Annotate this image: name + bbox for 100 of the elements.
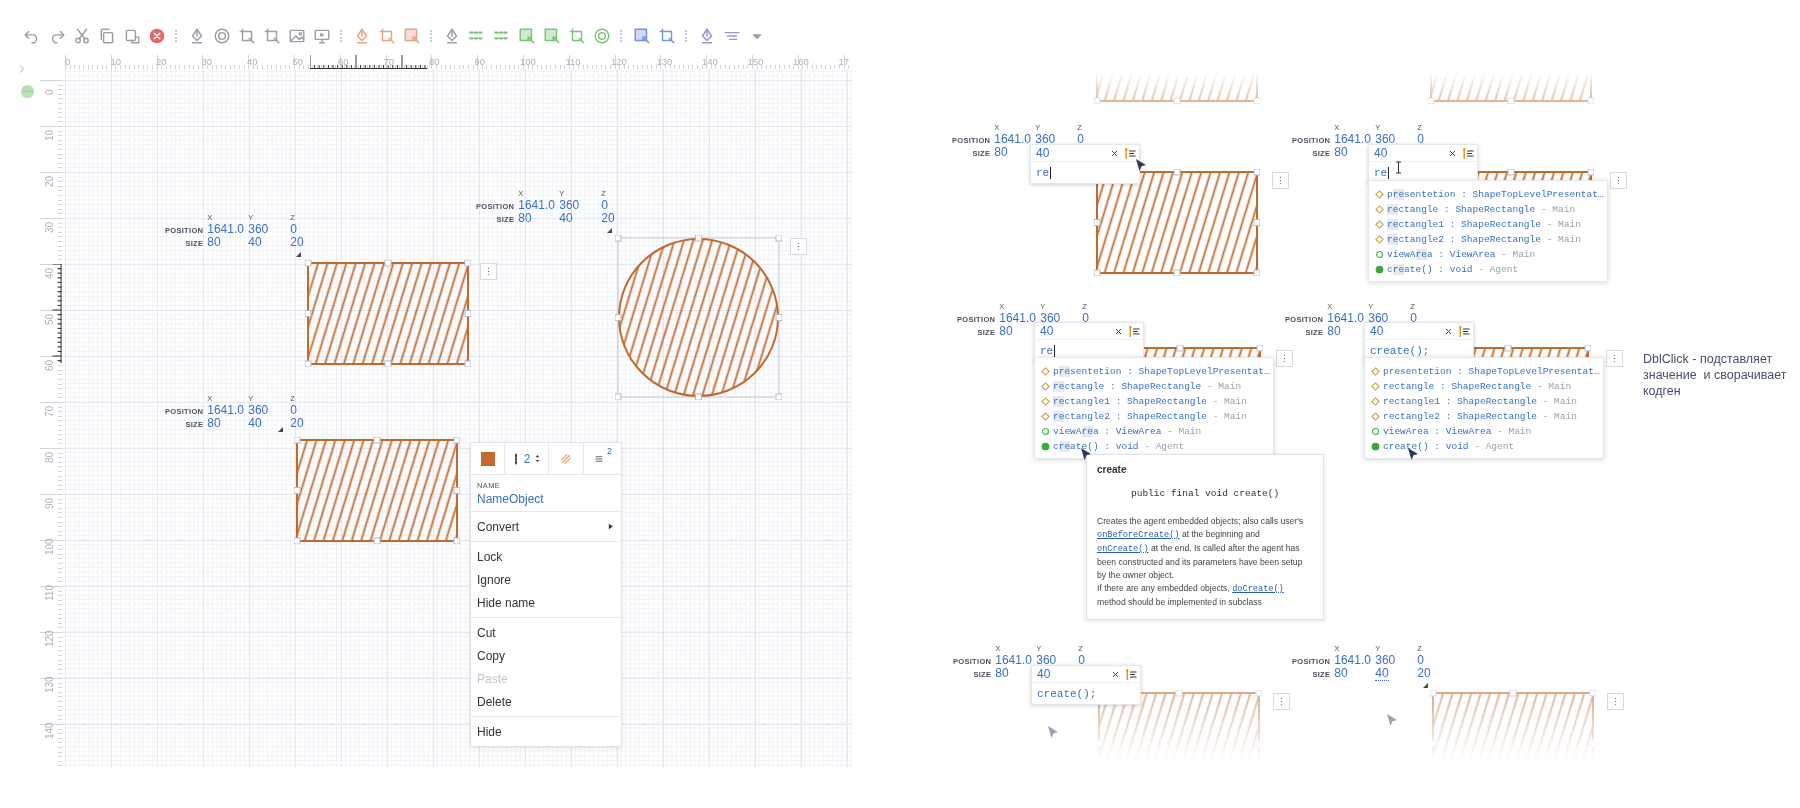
- value-field[interactable]: 0: [1082, 312, 1089, 325]
- clear-icon[interactable]: [1448, 148, 1457, 158]
- completion-item[interactable]: viewArea : ViewArea - Main: [1365, 424, 1603, 439]
- code-input[interactable]: re: [1040, 344, 1054, 357]
- more-button[interactable]: [1276, 350, 1293, 367]
- value-field[interactable]: 0: [290, 223, 297, 236]
- more-button[interactable]: [1272, 172, 1289, 189]
- code-input[interactable]: re: [1036, 166, 1050, 179]
- value-field[interactable]: 40: [1375, 667, 1389, 681]
- menu-item[interactable]: Copy: [471, 644, 621, 667]
- more-button[interactable]: [790, 238, 807, 255]
- code-input[interactable]: re: [1374, 166, 1388, 179]
- menu-item[interactable]: Convert: [471, 515, 621, 538]
- value-field[interactable]: 360: [559, 199, 580, 212]
- clear-icon[interactable]: [1111, 669, 1120, 679]
- value-field[interactable]: 1641.0: [518, 199, 555, 212]
- value-field[interactable]: 0: [1078, 654, 1085, 667]
- menu-item[interactable]: Cut: [471, 621, 621, 644]
- value-field[interactable]: 80: [1334, 146, 1348, 159]
- value-field[interactable]: 1641.0: [999, 312, 1036, 325]
- completion-item[interactable]: rectangle1 : ShapeRectangle - Main: [1035, 394, 1273, 409]
- menu-item[interactable]: Hide: [471, 720, 621, 743]
- select-icon[interactable]: [518, 27, 536, 45]
- value-field[interactable]: 1641.0: [207, 404, 244, 417]
- frame-icon[interactable]: [568, 27, 586, 45]
- frame-icon[interactable]: [263, 27, 281, 45]
- completion-item[interactable]: rectangle : ShapeRectangle - Main: [1369, 202, 1607, 217]
- value-field[interactable]: 0: [1410, 312, 1417, 325]
- completion-item[interactable]: rectangle : ShapeRectangle - Main: [1035, 379, 1273, 394]
- name-field[interactable]: NameObject: [477, 492, 615, 506]
- select-icon[interactable]: [633, 27, 651, 45]
- completion-item[interactable]: viewArea : ViewArea - Main: [1035, 424, 1273, 439]
- value-field[interactable]: 360: [1040, 312, 1061, 325]
- value-field[interactable]: 1641.0: [1334, 133, 1371, 146]
- completion-item[interactable]: c reate() : void - Agent: [1365, 439, 1603, 454]
- frame-icon[interactable]: [238, 27, 256, 45]
- more-button[interactable]: [1606, 350, 1623, 367]
- color-swatch[interactable]: [480, 451, 495, 466]
- value-field[interactable]: 0: [1077, 133, 1084, 146]
- method-link[interactable]: onBeforeCreate(): [1097, 530, 1180, 540]
- value-field[interactable]: 40: [559, 212, 573, 225]
- code-input[interactable]: create();: [1370, 344, 1430, 357]
- clear-icon[interactable]: [1114, 326, 1123, 336]
- completion-item[interactable]: rectangle2 : ShapeRectangle - Main: [1035, 409, 1273, 424]
- value-field[interactable]: 1641.0: [994, 133, 1031, 146]
- close-icon[interactable]: [148, 27, 166, 45]
- value-field[interactable]: 80: [518, 212, 532, 225]
- completion-item[interactable]: rectangle2 : ShapeRectangle - Main: [1365, 409, 1603, 424]
- value-input[interactable]: 40: [1036, 146, 1106, 160]
- pin-icon[interactable]: [1461, 146, 1474, 160]
- value-field[interactable]: 360: [248, 223, 269, 236]
- completion-item[interactable]: rectangle : ShapeRectangle - Main: [1365, 379, 1603, 394]
- value-field[interactable]: 80: [999, 325, 1013, 338]
- cut-icon[interactable]: [73, 27, 91, 45]
- value-input[interactable]: 40: [1040, 324, 1110, 338]
- code-input[interactable]: create();: [1037, 687, 1097, 700]
- value-input[interactable]: 40: [1374, 146, 1444, 160]
- value-field[interactable]: 20: [601, 212, 615, 225]
- pin-icon[interactable]: [1124, 667, 1137, 681]
- more-button[interactable]: [480, 263, 497, 280]
- lines-button[interactable]: 2: [584, 443, 621, 474]
- completion-item[interactable]: p resentetion : ShapeTopLevelPresentat…: [1369, 187, 1607, 202]
- clear-icon[interactable]: [1444, 326, 1453, 336]
- value-field[interactable]: 360: [248, 404, 269, 417]
- menu-item[interactable]: Lock: [471, 545, 621, 568]
- value-field[interactable]: 20: [290, 417, 304, 430]
- duplicate-icon[interactable]: [123, 27, 141, 45]
- clear-icon[interactable]: [1110, 148, 1119, 158]
- value-field[interactable]: 40: [248, 236, 262, 249]
- value-field[interactable]: 80: [1334, 667, 1348, 680]
- value-field[interactable]: 1641.0: [1334, 654, 1371, 667]
- frame-icon[interactable]: [658, 27, 676, 45]
- completion-item[interactable]: rectangle2 : ShapeRectangle - Main: [1369, 232, 1607, 247]
- completion-item[interactable]: rectangle1 : ShapeRectangle - Main: [1365, 394, 1603, 409]
- completion-item[interactable]: c reate() : void - Agent: [1369, 262, 1607, 277]
- stroke-width-button[interactable]: 2: [505, 443, 549, 474]
- menu-item[interactable]: Delete: [471, 690, 621, 713]
- value-field[interactable]: 360: [1036, 654, 1057, 667]
- value-field[interactable]: 360: [1035, 133, 1056, 146]
- value-field[interactable]: 360: [1375, 133, 1396, 146]
- pin-icon[interactable]: [1127, 324, 1140, 338]
- circle-tool-icon[interactable]: [213, 27, 231, 45]
- value-field[interactable]: 80: [207, 236, 221, 249]
- frame-icon[interactable]: [378, 27, 396, 45]
- monitor-icon[interactable]: [313, 27, 331, 45]
- select-icon[interactable]: [543, 27, 561, 45]
- value-field[interactable]: 80: [207, 417, 221, 430]
- value-field[interactable]: 40: [248, 417, 262, 430]
- more-button[interactable]: [1607, 693, 1624, 710]
- value-field[interactable]: 360: [1375, 654, 1396, 667]
- value-field[interactable]: 80: [995, 667, 1009, 680]
- value-field[interactable]: 20: [290, 236, 304, 249]
- value-field[interactable]: 0: [601, 199, 608, 212]
- value-field[interactable]: 20: [1417, 667, 1431, 680]
- value-field[interactable]: 1641.0: [995, 654, 1032, 667]
- value-field[interactable]: 360: [1368, 312, 1389, 325]
- value-field[interactable]: 80: [994, 146, 1008, 159]
- completion-item[interactable]: c reate() : void - Agent: [1035, 439, 1273, 454]
- select-icon[interactable]: [403, 27, 421, 45]
- value-field[interactable]: 0: [1417, 654, 1424, 667]
